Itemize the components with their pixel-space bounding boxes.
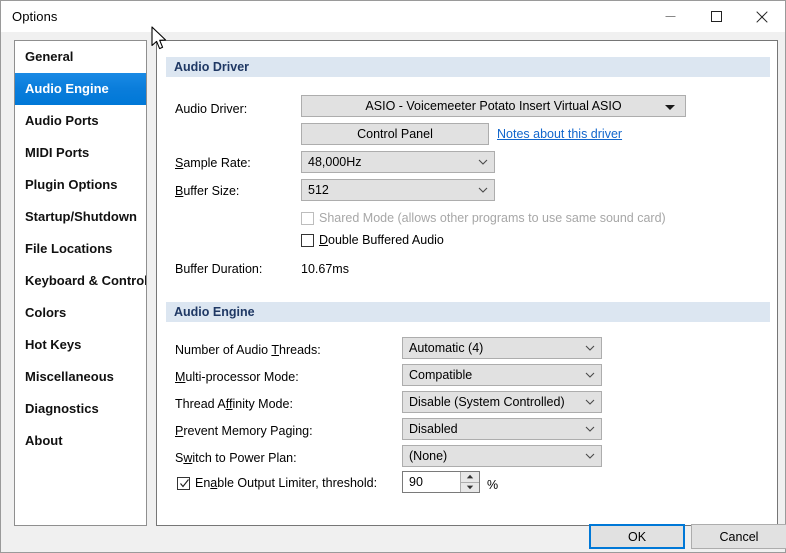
section-header-audio-engine: Audio Engine [166, 302, 770, 322]
checkbox-checked-icon [177, 477, 190, 490]
thread-affinity-mode-combobox[interactable]: Disable (System Controlled) [402, 391, 602, 413]
sample-rate-value: 48,000Hz [302, 155, 472, 169]
sidebar-item-diagnostics[interactable]: Diagnostics [15, 393, 146, 425]
sample-rate-combobox[interactable]: 48,000Hz [301, 151, 495, 173]
sample-rate-label-rest: ample Rate: [183, 156, 250, 170]
sidebar-item-about[interactable]: About [15, 425, 146, 457]
chevron-down-icon [579, 372, 601, 379]
sidebar-item-colors[interactable]: Colors [15, 297, 146, 329]
stepper-up-icon[interactable] [461, 472, 479, 482]
minimize-button[interactable] [647, 1, 693, 32]
switch-power-plan-label-post: itch to Power Plan: [192, 451, 296, 465]
multi-processor-mode-label-post: ulti-processor Mode: [185, 370, 298, 384]
buffer-duration-label: Buffer Duration: [175, 262, 262, 276]
chevron-down-icon [665, 105, 675, 110]
close-icon [756, 11, 768, 23]
section-header-audio-driver: Audio Driver [166, 57, 770, 77]
multi-processor-mode-label: Multi-processor Mode: [175, 370, 299, 384]
enable-output-limiter-label: Enable Output Limiter, threshold: [195, 476, 377, 490]
settings-content-panel: Audio Driver Audio Driver: ASIO - Voicem… [156, 40, 778, 526]
buffer-size-label: Buffer Size: [175, 184, 239, 198]
audio-threads-label-post: hreads: [279, 343, 321, 357]
sidebar-item-general[interactable]: General [15, 41, 146, 73]
settings-category-list[interactable]: General Audio Engine Audio Ports MIDI Po… [14, 40, 147, 526]
limiter-label-post: ble Output Limiter, threshold: [217, 476, 377, 490]
switch-power-plan-combobox[interactable]: (None) [402, 445, 602, 467]
options-dialog-window: Options General Audio Engine [0, 0, 786, 553]
buffer-size-combobox[interactable]: 512 [301, 179, 495, 201]
double-buffered-audio-checkbox[interactable]: Double Buffered Audio [301, 233, 444, 247]
notes-about-driver-link[interactable]: Notes about this driver [497, 127, 622, 141]
caption-button-group [647, 1, 785, 32]
minimize-icon [665, 11, 676, 22]
cancel-button[interactable]: Cancel [691, 524, 786, 549]
stepper-arrows[interactable] [460, 472, 479, 492]
limiter-threshold-value[interactable]: 90 [403, 475, 460, 489]
sidebar-item-file-locations[interactable]: File Locations [15, 233, 146, 265]
limiter-threshold-stepper[interactable]: 90 [402, 471, 480, 493]
limiter-unit-label: % [487, 478, 498, 492]
close-button[interactable] [739, 1, 785, 32]
window-title: Options [12, 9, 58, 24]
ok-button[interactable]: OK [589, 524, 685, 549]
audio-threads-label: Number of Audio Threads: [175, 343, 321, 357]
prevent-memory-paging-label: Prevent Memory Paging: [175, 424, 313, 438]
thread-affinity-mode-label-post: inity Mode: [232, 397, 292, 411]
sidebar-item-audio-ports[interactable]: Audio Ports [15, 105, 146, 137]
sidebar-item-audio-engine[interactable]: Audio Engine [15, 73, 146, 105]
switch-power-plan-value: (None) [403, 449, 579, 463]
buffer-duration-value: 10.67ms [301, 262, 349, 276]
thread-affinity-mode-label-pre: Thread A [175, 397, 226, 411]
checkbox-box-icon [301, 234, 314, 247]
sidebar-item-keyboard-and-controls[interactable]: Keyboard & Controls [15, 265, 146, 297]
chevron-down-icon [579, 453, 601, 460]
audio-driver-value: ASIO - Voicemeeter Potato Insert Virtual… [302, 99, 685, 113]
control-panel-button[interactable]: Control Panel [301, 123, 489, 145]
buffer-size-value: 512 [302, 183, 472, 197]
chevron-down-icon [579, 399, 601, 406]
double-buffered-audio-label: Double Buffered Audio [319, 233, 444, 247]
audio-driver-combobox[interactable]: ASIO - Voicemeeter Potato Insert Virtual… [301, 95, 686, 117]
sidebar-item-startup-shutdown[interactable]: Startup/Shutdown [15, 201, 146, 233]
multi-processor-mode-combobox[interactable]: Compatible [402, 364, 602, 386]
chevron-down-icon [472, 159, 494, 166]
sidebar-item-midi-ports[interactable]: MIDI Ports [15, 137, 146, 169]
sample-rate-label: Sample Rate: [175, 156, 251, 170]
thread-affinity-mode-label: Thread Affinity Mode: [175, 397, 293, 411]
title-bar[interactable]: Options [1, 1, 785, 32]
sidebar-item-hot-keys[interactable]: Hot Keys [15, 329, 146, 361]
chevron-down-icon [579, 426, 601, 433]
dialog-client-area: General Audio Engine Audio Ports MIDI Po… [1, 32, 785, 552]
maximize-button[interactable] [693, 1, 739, 32]
double-buffered-rest: ouble Buffered Audio [328, 233, 444, 247]
audio-threads-combobox[interactable]: Automatic (4) [402, 337, 602, 359]
sidebar-item-miscellaneous[interactable]: Miscellaneous [15, 361, 146, 393]
thread-affinity-mode-value: Disable (System Controlled) [403, 395, 579, 409]
shared-mode-label: Shared Mode (allows other programs to us… [319, 211, 666, 225]
chevron-down-icon [472, 187, 494, 194]
prevent-memory-paging-label-post: revent Memory Paging: [183, 424, 312, 438]
enable-output-limiter-checkbox[interactable]: Enable Output Limiter, threshold: [177, 476, 377, 490]
prevent-memory-paging-value: Disabled [403, 422, 579, 436]
multi-processor-mode-value: Compatible [403, 368, 579, 382]
audio-driver-label: Audio Driver: [175, 102, 247, 116]
audio-threads-value: Automatic (4) [403, 341, 579, 355]
checkbox-box-icon [301, 212, 314, 225]
buffer-size-label-rest: uffer Size: [183, 184, 239, 198]
audio-threads-accel: T [271, 343, 279, 357]
limiter-label-pre: En [195, 476, 210, 490]
chevron-down-icon [579, 345, 601, 352]
shared-mode-checkbox: Shared Mode (allows other programs to us… [301, 211, 666, 225]
prevent-memory-paging-combobox[interactable]: Disabled [402, 418, 602, 440]
maximize-icon [711, 11, 722, 22]
sidebar-item-plugin-options[interactable]: Plugin Options [15, 169, 146, 201]
switch-power-plan-label: Switch to Power Plan: [175, 451, 297, 465]
multi-processor-mode-accel: M [175, 370, 185, 384]
audio-threads-label-pre: Number of Audio [175, 343, 271, 357]
double-buffered-accel: D [319, 233, 328, 247]
stepper-down-icon[interactable] [461, 483, 479, 493]
